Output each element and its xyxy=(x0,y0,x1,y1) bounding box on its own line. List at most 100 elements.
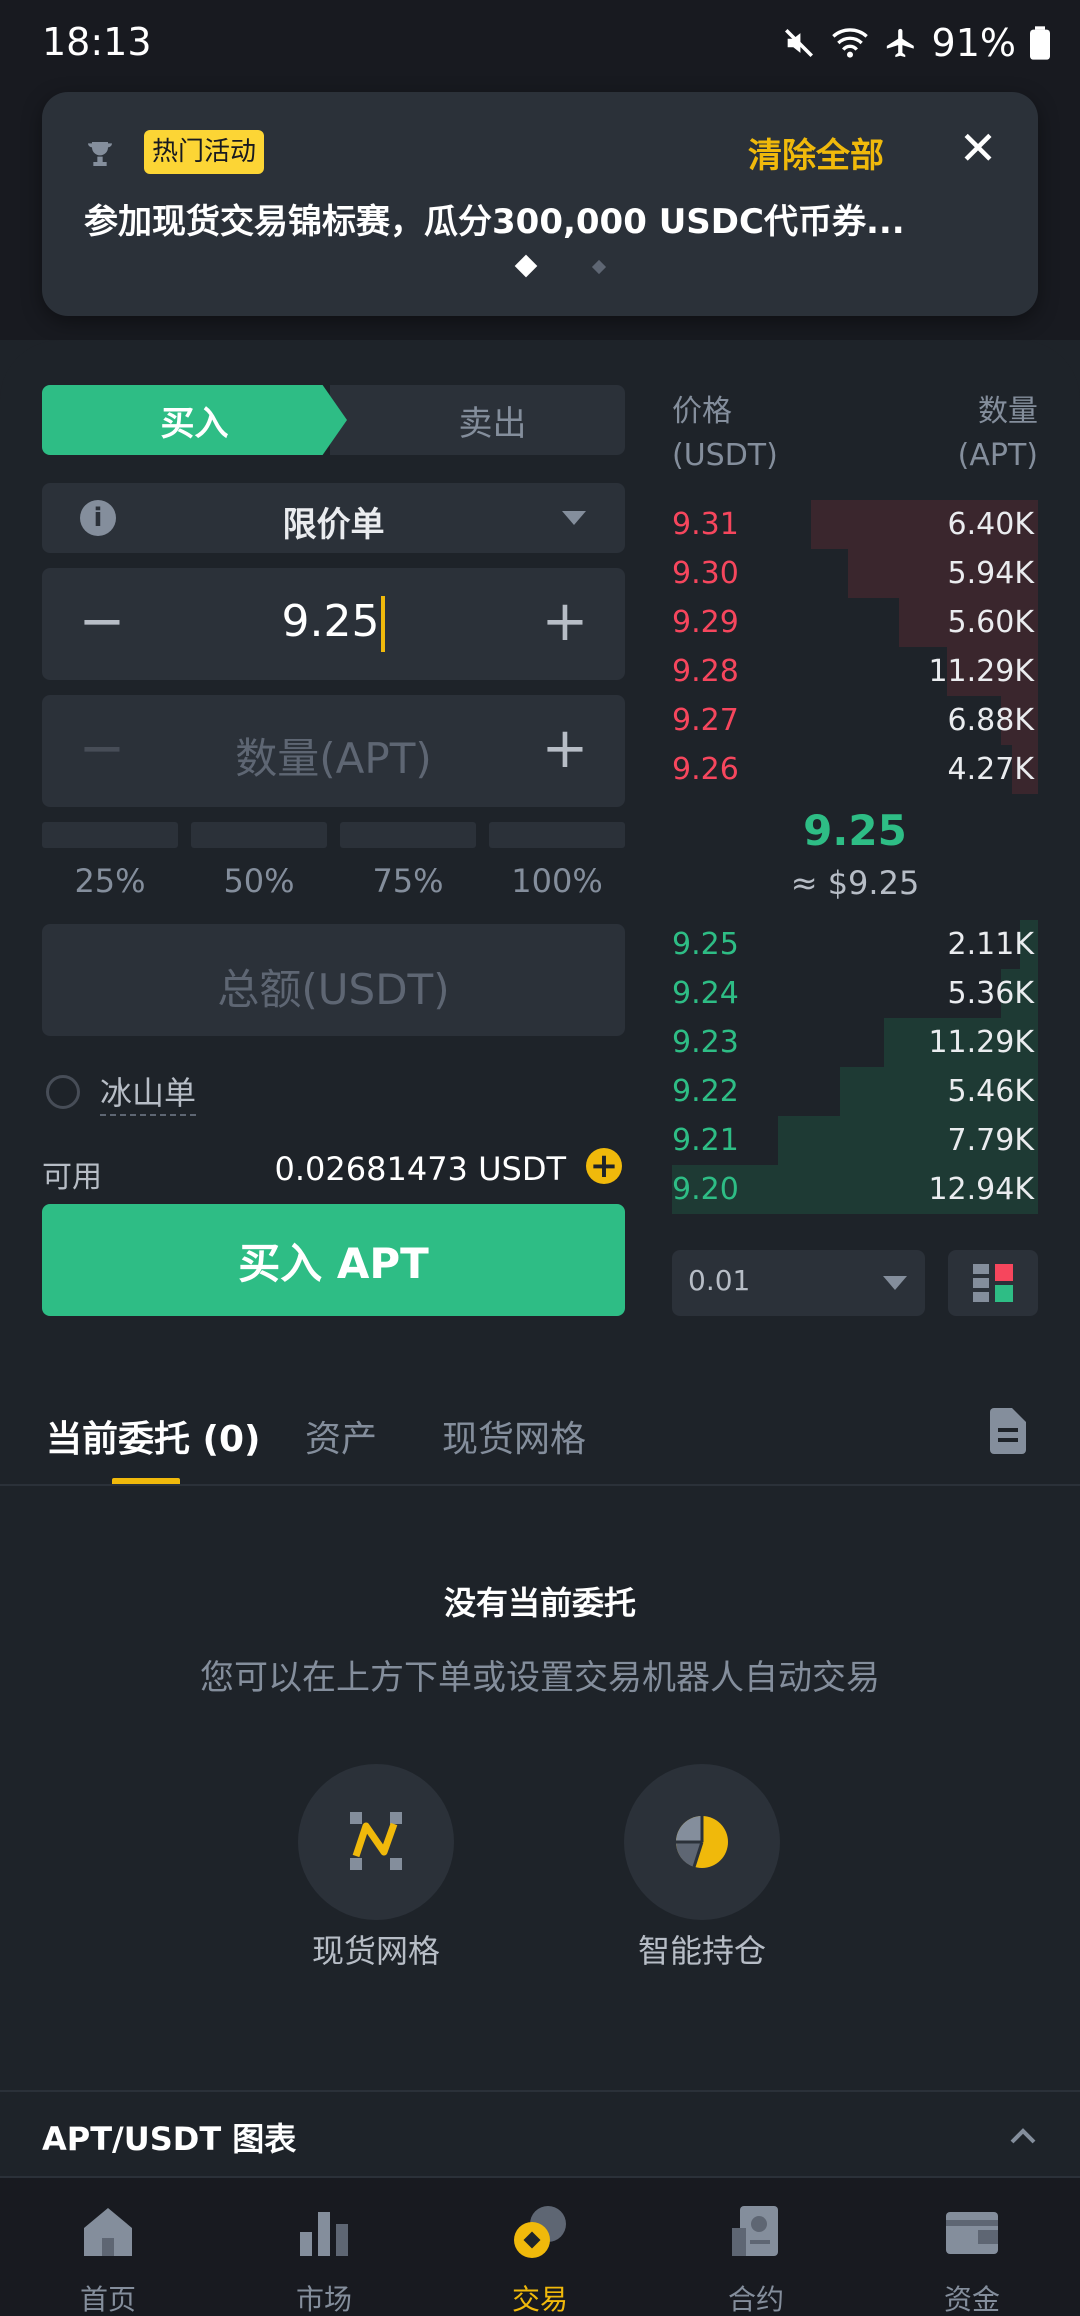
percent-label: 100% xyxy=(511,862,603,900)
empty-title: 没有当前委托 xyxy=(443,1584,636,1622)
nav-label: 合约 xyxy=(727,2283,784,2316)
nav-label: 市场 xyxy=(295,2283,352,2316)
ask-qty: 5.60K xyxy=(947,605,1034,640)
smart-position-icon xyxy=(675,1816,728,1868)
trophy-icon xyxy=(88,142,112,166)
nav-label: 交易 xyxy=(511,2283,568,2316)
ask-qty: 6.40K xyxy=(947,507,1034,542)
clear-all-button[interactable]: 清除全部 xyxy=(748,128,884,177)
tab-open-orders[interactable]: 当前委托 (0) xyxy=(46,1410,261,1462)
nav-wallet[interactable]: 资金 xyxy=(864,2178,1080,2316)
percent-slider[interactable]: 25% 50% 75% 100% xyxy=(42,822,625,902)
price-stepper[interactable]: − 9.25 + xyxy=(42,568,625,680)
ask-row[interactable]: 9.30 5.94K xyxy=(672,549,1038,598)
ask-qty: 5.94K xyxy=(947,556,1034,591)
home-icon xyxy=(84,2208,132,2256)
tab-spot-grid[interactable]: 现货网格 xyxy=(442,1410,586,1462)
ask-qty: 11.29K xyxy=(928,654,1034,689)
price-plus-button[interactable]: + xyxy=(537,594,593,652)
chart-toggle-bar[interactable]: APT/USDT 图表 xyxy=(0,2090,1080,2176)
orderbook-layout-button[interactable] xyxy=(948,1250,1038,1316)
price-header-label: 价格 xyxy=(672,394,732,429)
chevron-down-icon xyxy=(562,511,586,525)
add-funds-icon[interactable]: + xyxy=(586,1148,622,1184)
orderbook-qty-header: 数量 (APT) xyxy=(958,390,1038,478)
chart-title: APT/USDT 图表 xyxy=(42,2120,297,2158)
empty-subtitle: 您可以在上方下单或设置交易机器人自动交易 xyxy=(200,1658,880,1698)
ask-row[interactable]: 9.27 6.88K xyxy=(672,696,1038,745)
hot-event-badge: 热门活动 xyxy=(144,130,265,174)
total-placeholder: 总额(USDT) xyxy=(217,965,450,1014)
nav-home[interactable]: 首页 xyxy=(0,2178,216,2316)
price-value: 9.25 xyxy=(281,596,380,647)
bid-row[interactable]: 9.22 5.46K xyxy=(672,1067,1038,1116)
chevron-down-icon xyxy=(883,1276,907,1290)
buy-button[interactable]: 买入 APT xyxy=(42,1204,625,1316)
price-header-unit: (USDT) xyxy=(672,438,778,473)
bid-qty: 5.36K xyxy=(947,976,1034,1011)
bid-row[interactable]: 9.24 5.36K xyxy=(672,969,1038,1018)
percent-label: 50% xyxy=(223,862,295,900)
smart-position-shortcut[interactable] xyxy=(624,1764,780,1920)
carousel-dot-active xyxy=(514,254,538,278)
bid-qty: 5.46K xyxy=(947,1074,1034,1109)
status-time: 18:13 xyxy=(42,20,152,64)
ask-row[interactable]: 9.26 4.27K xyxy=(672,745,1038,794)
tab-assets[interactable]: 资产 xyxy=(305,1410,377,1462)
nav-trade[interactable]: 交易 xyxy=(432,2178,648,2316)
percent-label: 75% xyxy=(372,862,444,900)
ask-price: 9.30 xyxy=(672,556,739,591)
available-value: 0.02681473 USDT xyxy=(274,1150,567,1188)
bid-qty: 7.79K xyxy=(947,1123,1034,1158)
bid-row[interactable]: 9.25 2.11K xyxy=(672,920,1038,969)
percent-50[interactable]: 50% xyxy=(191,822,327,900)
order-type-select[interactable]: i 限价单 xyxy=(42,483,625,553)
orderbook-price-header: 价格 (USDT) xyxy=(672,390,778,478)
iceberg-label[interactable]: 冰山单 xyxy=(100,1068,197,1116)
bottom-nav: 首页 市场 交易 合约 资金 xyxy=(0,2176,1080,2316)
carousel-dot xyxy=(591,259,607,275)
wallet-icon xyxy=(946,2212,998,2254)
total-input[interactable]: 总额(USDT) xyxy=(42,924,625,1036)
bid-price: 9.20 xyxy=(672,1172,739,1207)
wifi-icon xyxy=(831,28,868,58)
nav-markets[interactable]: 市场 xyxy=(216,2178,432,2316)
quantity-stepper[interactable]: − 数量(APT) + xyxy=(42,695,625,807)
document-icon[interactable] xyxy=(990,1408,1026,1454)
percent-25[interactable]: 25% xyxy=(42,822,178,900)
percent-bar xyxy=(489,822,625,848)
tab-buy[interactable]: 买入 xyxy=(42,385,347,455)
markets-icon xyxy=(300,2212,348,2256)
futures-icon xyxy=(732,2206,778,2256)
ask-row[interactable]: 9.29 5.60K xyxy=(672,598,1038,647)
qty-header-unit: (APT) xyxy=(957,438,1038,473)
last-price-fiat: ≈ $9.25 xyxy=(790,864,920,902)
bid-row[interactable]: 9.20 12.94K xyxy=(672,1165,1038,1214)
ask-price: 9.29 xyxy=(672,605,739,640)
nav-futures[interactable]: 合约 xyxy=(648,2178,864,2316)
qty-plus-button[interactable]: + xyxy=(537,721,593,779)
percent-bar xyxy=(191,822,327,848)
precision-value: 0.01 xyxy=(688,1264,751,1297)
nav-label: 资金 xyxy=(943,2283,1000,2316)
ask-price: 9.26 xyxy=(672,752,739,787)
percent-label: 25% xyxy=(74,862,146,900)
ask-price: 9.27 xyxy=(672,703,739,738)
bid-qty: 11.29K xyxy=(928,1025,1034,1060)
tab-sell[interactable]: 卖出 xyxy=(330,385,625,455)
percent-bar xyxy=(340,822,476,848)
bid-row[interactable]: 9.23 11.29K xyxy=(672,1018,1038,1067)
percent-100[interactable]: 100% xyxy=(489,822,625,900)
percent-75[interactable]: 75% xyxy=(340,822,476,900)
spot-grid-shortcut[interactable] xyxy=(298,1764,454,1920)
bid-row[interactable]: 9.21 7.79K xyxy=(672,1116,1038,1165)
percent-bar xyxy=(42,822,178,848)
notification-card[interactable]: 热门活动 清除全部 ✕ 参加现货交易锦标赛，瓜分300,000 USDC代币券.… xyxy=(42,92,1038,316)
precision-select[interactable]: 0.01 xyxy=(672,1250,925,1316)
bid-price: 9.23 xyxy=(672,1025,739,1060)
ask-row[interactable]: 9.31 6.40K xyxy=(672,500,1038,549)
ask-row[interactable]: 9.28 11.29K xyxy=(672,647,1038,696)
close-icon[interactable]: ✕ xyxy=(948,118,1008,178)
battery-percent: 91% xyxy=(931,21,1016,65)
iceberg-radio[interactable] xyxy=(46,1075,80,1109)
